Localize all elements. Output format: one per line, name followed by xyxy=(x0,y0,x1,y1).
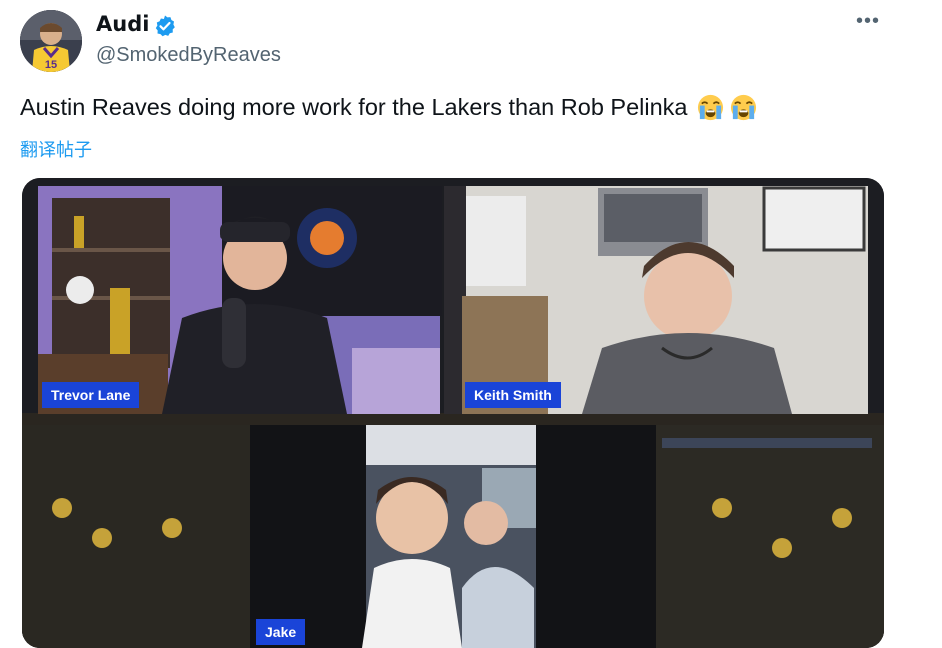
tweet-text: Austin Reaves doing more work for the La… xyxy=(20,94,688,120)
verified-badge-icon xyxy=(155,15,175,37)
participant-tile-jake xyxy=(250,425,656,648)
participant-label-keith: Keith Smith xyxy=(465,382,561,408)
video-frame xyxy=(22,178,884,648)
author-handle[interactable]: @SmokedByReaves xyxy=(96,44,281,67)
avatar-jersey-number: 15 xyxy=(45,59,57,71)
tweet-media-video[interactable]: Trevor Lane Keith Smith Jake xyxy=(22,178,884,648)
more-options-button[interactable]: ••• xyxy=(856,10,880,33)
participant-label-jake: Jake xyxy=(256,619,306,645)
loudly-crying-face-icon xyxy=(730,94,756,121)
participant-tile-trevor xyxy=(38,186,442,414)
avatar-image: 15 xyxy=(20,10,82,72)
author-avatar[interactable]: 15 xyxy=(20,10,82,72)
tweet-text-row: Austin Reaves doing more work for the La… xyxy=(20,93,758,122)
author-name[interactable]: Audi xyxy=(96,12,149,36)
participant-label-trevor: Trevor Lane xyxy=(42,382,140,408)
participant-tile-keith xyxy=(444,186,868,414)
loudly-crying-face-icon xyxy=(697,94,723,121)
translate-post-link[interactable]: 翻译帖子 xyxy=(20,136,92,162)
